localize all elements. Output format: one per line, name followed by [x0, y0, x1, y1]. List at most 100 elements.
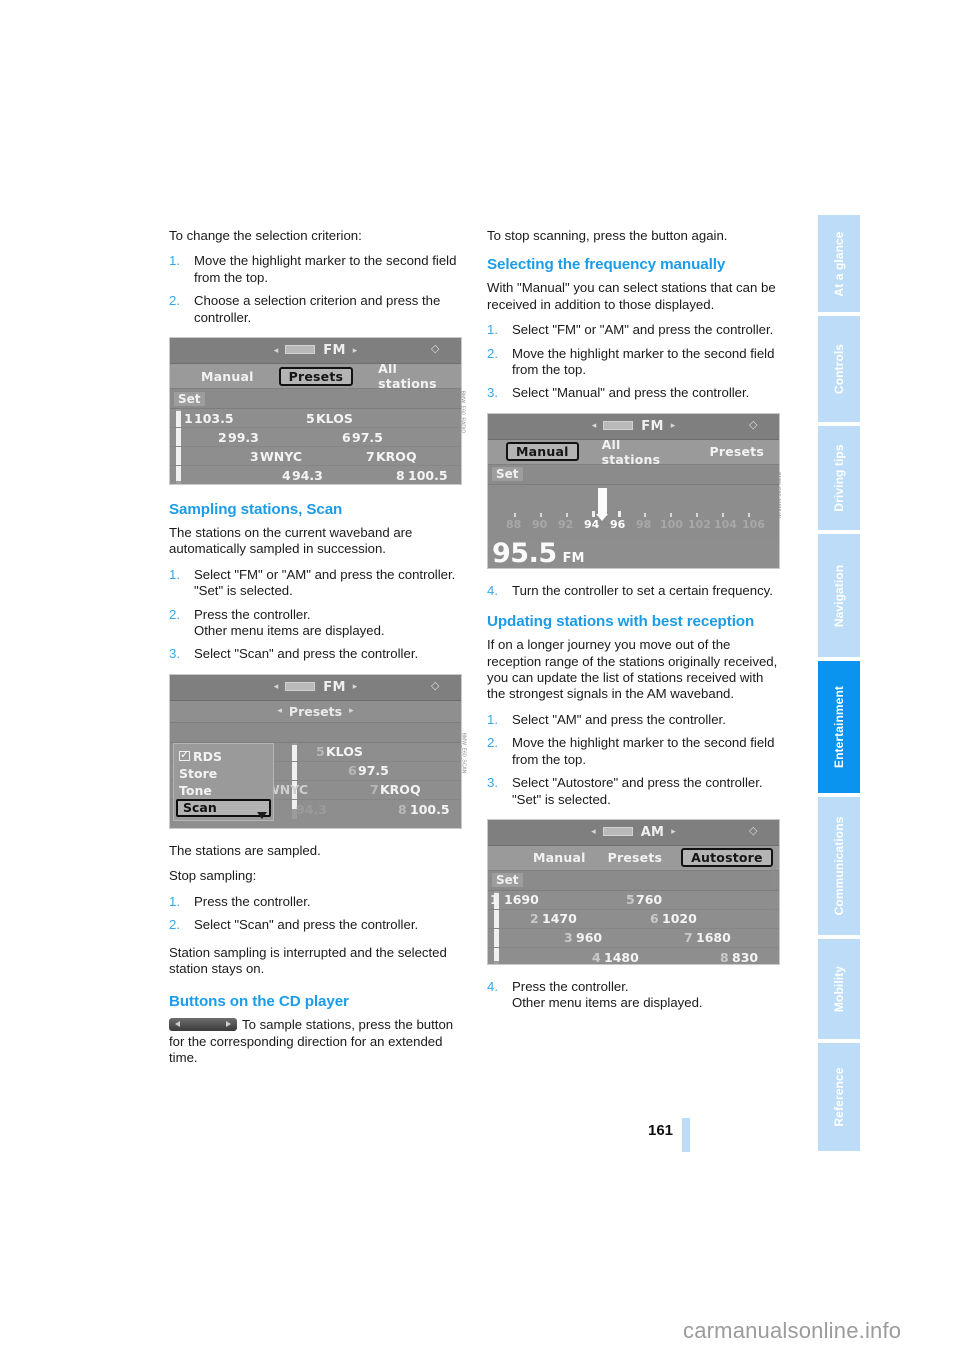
- table-row[interactable]: 2 99.3 6 97.5: [170, 428, 461, 448]
- radio-chip-icon: [285, 345, 316, 355]
- preset-left-num: 3: [564, 930, 573, 946]
- figure-scan-screen: ◂ FM ▸ ◇ ◂ Presets ▸ 5 KLOS 6 97.5 WNYC …: [169, 673, 462, 829]
- table-row[interactable]: 3 WNYC 7 KROQ: [170, 447, 461, 467]
- tab-label: Driving tips: [832, 444, 846, 512]
- step-number: 1.: [487, 711, 498, 727]
- set-row: [170, 722, 461, 743]
- tick-label: 96: [610, 517, 626, 531]
- step-number: 1.: [169, 566, 180, 582]
- sidebar-item-entertainment[interactable]: Entertainment: [818, 661, 860, 793]
- sidebar-item-driving-tips[interactable]: Driving tips: [818, 426, 860, 530]
- preset-left-num: 2: [218, 429, 227, 445]
- tab-manual[interactable]: Manual: [524, 849, 595, 866]
- tab-presets[interactable]: Presets: [599, 849, 672, 866]
- radio-chip-icon: [285, 681, 316, 691]
- step-text: Press the controller.: [512, 978, 629, 994]
- menu-item-label: Store: [179, 765, 218, 781]
- preset-right-name: KLOS: [316, 410, 353, 426]
- antenna-icon: ◇: [431, 678, 440, 692]
- step-number: 2.: [169, 917, 180, 933]
- table-row[interactable]: 3 960 7 1680: [488, 929, 779, 948]
- menu-item-tone[interactable]: Tone: [174, 782, 273, 799]
- step-text: Select "Scan" and press the controller.: [194, 646, 419, 662]
- figure-presets-wrapper: ◂ FM ▸ ◇ Manual Presets All stations Set: [169, 337, 466, 486]
- table-row[interactable]: 4 94.3 8 100.5: [170, 466, 461, 484]
- sidebar-item-controls[interactable]: Controls: [818, 316, 860, 422]
- checkbox-icon[interactable]: [179, 748, 190, 762]
- tab-presets[interactable]: Presets: [700, 443, 773, 460]
- left-column: To change the selection criterion: 1. Mo…: [169, 228, 467, 1078]
- heading-select-frequency: Selecting the frequency manually: [487, 256, 726, 274]
- step-text: Turn the controller to set a certain fre…: [512, 582, 773, 598]
- step-text: Press the controller.: [194, 606, 311, 622]
- tab-manual[interactable]: Manual: [192, 368, 263, 385]
- preset-right-num: 6: [348, 763, 357, 779]
- tick-label: 106: [742, 517, 765, 531]
- table-row[interactable]: 1 1690 5 760: [488, 891, 779, 910]
- frequency-band: FM: [562, 550, 585, 566]
- preset-right-num: 7: [370, 782, 379, 798]
- radio-screen: ◂ FM ▸ ◇ Manual Presets All stations Set: [170, 338, 461, 485]
- sidebar-item-at-a-glance[interactable]: At a glance: [818, 215, 860, 312]
- heading-updating-stations: Updating stations with best reception: [487, 613, 755, 631]
- step-number: 1.: [169, 253, 180, 269]
- step-text: Move the highlight marker to the second …: [512, 345, 775, 378]
- step-text: Move the highlight marker to the second …: [512, 735, 775, 767]
- set-row: Set: [170, 389, 461, 410]
- frequency-scale[interactable]: 88 90 92 94 96 98 100 102 104 106: [488, 484, 779, 541]
- step-number: 2.: [487, 735, 498, 751]
- step-text: Select "AM" and press the controller.: [512, 711, 726, 727]
- menu-item-label: Tone: [179, 782, 212, 798]
- preset-right-name: KROQ: [380, 782, 421, 798]
- presets-header: ◂ Presets ▸: [170, 700, 461, 723]
- sidebar-item-reference[interactable]: Reference: [818, 1043, 860, 1151]
- seek-button-icon[interactable]: [169, 1018, 237, 1032]
- tab-all-stations[interactable]: All stations: [369, 360, 455, 392]
- sidebar-item-navigation[interactable]: Navigation: [818, 534, 860, 657]
- tab-label: Mobility: [832, 965, 846, 1013]
- figure-code: BMW_E60_RADIO: [459, 390, 466, 434]
- preset-left-num: 1: [184, 410, 193, 426]
- page-number: 161: [648, 1122, 674, 1139]
- preset-right-num: 5: [626, 892, 635, 908]
- preset-left-name: WNYC: [260, 448, 303, 464]
- preset-list: 1 103.5 5 KLOS 2 99.3 6 97.5 3 WNYC 7 KR…: [170, 409, 461, 485]
- context-menu[interactable]: RDS Store Tone Scan: [173, 742, 274, 821]
- table-row[interactable]: 4 1480 8 830: [488, 948, 779, 964]
- figure-manual-wrapper: ◂ FM ▸ ◇ Manual All stations Presets Set: [487, 412, 781, 569]
- set-label: Set: [492, 873, 523, 888]
- radio-tabs: Manual Presets All stations: [170, 361, 461, 391]
- tab-label: Controls: [832, 343, 846, 395]
- table-row[interactable]: 1 103.5 5 KLOS: [170, 409, 461, 429]
- chevron-down-icon[interactable]: [257, 811, 267, 819]
- preset-left-name: 103.5: [194, 410, 234, 426]
- tab-autostore[interactable]: Autostore: [681, 848, 773, 868]
- step-text: Select "FM" or "AM" and press the contro…: [512, 322, 774, 338]
- antenna-icon: ◇: [749, 823, 758, 837]
- list-item: 2. Press the controller. Other menu item…: [169, 607, 462, 640]
- radio-header: ◂ AM ▸ ◇: [488, 819, 779, 846]
- step-number: 4.: [487, 978, 498, 994]
- list-item: 1. Select "FM" or "AM" and press the con…: [487, 322, 780, 338]
- list-item: 4. Press the controller. Other menu item…: [487, 979, 780, 1012]
- interrupt-note: Station sampling is interrupted and the …: [169, 944, 447, 976]
- steps-update-4: 4. Press the controller. Other menu item…: [487, 979, 780, 1012]
- menu-item-label: Scan: [183, 800, 217, 816]
- tab-all-stations[interactable]: All stations: [593, 436, 687, 468]
- tab-presets[interactable]: Presets: [278, 366, 354, 386]
- current-frequency-display: 95.5 FM: [492, 538, 584, 568]
- sidebar-item-mobility[interactable]: Mobility: [818, 939, 860, 1039]
- presets-label: Presets: [288, 703, 343, 719]
- table-row[interactable]: 2 1470 6 1020: [488, 910, 779, 929]
- tab-manual[interactable]: Manual: [506, 442, 579, 462]
- prev-band-icon: ◂: [591, 827, 596, 838]
- sidebar-item-communications[interactable]: Communications: [818, 797, 860, 935]
- sampled-note: The stations are sampled.: [169, 842, 321, 858]
- tick-label: 90: [532, 517, 548, 531]
- set-row: Set: [488, 464, 779, 485]
- preset-left-num: 3: [250, 448, 259, 464]
- preset-right-name: KLOS: [326, 744, 363, 760]
- next-band-icon: ▸: [352, 682, 358, 693]
- menu-item-store[interactable]: Store: [174, 765, 273, 782]
- menu-item-rds[interactable]: RDS: [174, 748, 273, 765]
